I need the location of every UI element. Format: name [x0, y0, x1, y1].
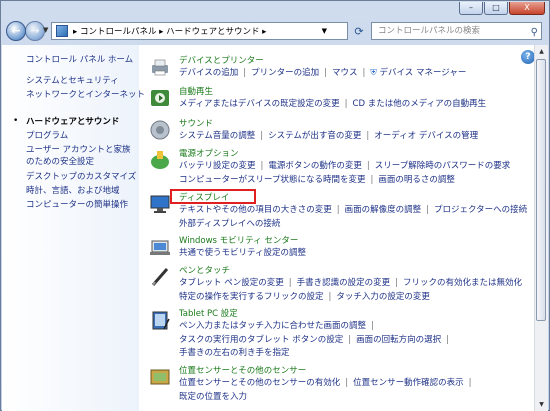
- link[interactable]: テキストやその他の項目の大きさの変更: [179, 205, 332, 215]
- highlight-box: [170, 189, 256, 204]
- control-panel-icon: [56, 25, 68, 37]
- minimize-button[interactable]: –: [459, 2, 483, 15]
- link[interactable]: バッテリ設定の変更: [179, 161, 256, 171]
- category-title[interactable]: デバイスとプリンター: [179, 56, 264, 67]
- mobility-center-icon: [150, 240, 170, 255]
- sidebar-item-hardware-sound: ハードウェアとサウンド: [26, 117, 120, 127]
- current-bullet-icon: •: [13, 116, 19, 126]
- link[interactable]: タブレット ペン設定の変更: [179, 278, 284, 288]
- window: – □ X ← → ▼ ▸ コントロールパネル ▸ ハードウェアとサウンド ▸ …: [0, 0, 550, 411]
- close-button[interactable]: X: [509, 2, 545, 15]
- address-path: ▸ コントロールパネル ▸ ハードウェアとサウンド ▸: [73, 27, 267, 37]
- link[interactable]: プリンターの追加: [251, 68, 319, 78]
- link[interactable]: CD または他のメディアの自動再生: [353, 99, 487, 109]
- category-links: タブレット ペン設定の変更 | 手書き認識の設定の変更 | フリックの有効化または無効化…: [179, 278, 522, 302]
- category-title[interactable]: Windows モビリティ センター: [179, 236, 298, 247]
- back-button[interactable]: ←: [6, 21, 26, 41]
- link[interactable]: マウス: [332, 68, 358, 78]
- link[interactable]: 共通で使うモビリティ設定の調整: [179, 248, 306, 258]
- link[interactable]: 電源ボタンの動作の変更: [268, 161, 362, 171]
- link[interactable]: 位置センサーとその他のセンサーの有効化: [179, 378, 340, 388]
- link[interactable]: デバイス マネージャー: [380, 68, 467, 78]
- tablet-icon: [152, 311, 170, 330]
- sidebar-item-home[interactable]: コントロール パネル ホーム: [26, 55, 133, 66]
- sensor-icon: [150, 369, 170, 385]
- category-links: 共通で使うモビリティ設定の調整: [179, 247, 539, 261]
- printer-icon: [152, 59, 168, 76]
- address-bar[interactable]: ▸ コントロールパネル ▸ ハードウェアとサウンド ▸ ▼: [51, 22, 348, 40]
- scroll-up-icon[interactable]: ▲: [535, 45, 548, 58]
- link[interactable]: 特定の操作を実行するフリックの設定: [179, 292, 324, 302]
- category-title[interactable]: 位置センサーとその他のセンサー: [179, 366, 306, 377]
- history-dropdown-icon[interactable]: ▼: [43, 26, 48, 34]
- speaker-icon: [150, 120, 170, 140]
- address-dropdown-icon[interactable]: ▼: [322, 27, 327, 35]
- sidebar-item-system-security[interactable]: システムとセキュリティ: [26, 76, 119, 87]
- back-arrow-icon: ←: [11, 24, 21, 37]
- scrollbar-thumb[interactable]: [536, 59, 546, 321]
- link[interactable]: デバイスの追加: [179, 68, 238, 78]
- sidebar-item-ease-of-access[interactable]: コンピューターの簡単操作: [26, 200, 128, 211]
- scroll-down-icon[interactable]: ▼: [535, 398, 548, 411]
- search-placeholder: コントロールパネルの検索: [378, 26, 481, 36]
- maximize-button[interactable]: □: [484, 2, 508, 15]
- link[interactable]: 画面の明るさの調整: [378, 175, 455, 185]
- link[interactable]: フリックの有効化または無効化: [403, 278, 522, 288]
- link[interactable]: システムが出す音の変更: [268, 131, 361, 141]
- category-title[interactable]: 自動再生: [179, 87, 213, 98]
- help-icon[interactable]: ?: [521, 50, 535, 64]
- refresh-icon[interactable]: ⟳: [351, 25, 367, 39]
- category-links: デバイスの追加 | プリンターの追加 | マウス | ⛨ デバイス マネージャー: [179, 68, 467, 78]
- vertical-scrollbar[interactable]: ▲ ▼: [534, 45, 548, 411]
- category-links: メディアまたはデバイスの既定設定の変更 | CD または他のメディアの自動再生: [179, 99, 487, 109]
- category-links: バッテリ設定の変更 | 電源ボタンの動作の変更 | スリープ解除時のパスワードの要求 コン…: [179, 161, 511, 185]
- category-title[interactable]: Tablet PC 設定: [179, 309, 238, 320]
- link[interactable]: システム音量の調整: [179, 131, 255, 141]
- link[interactable]: 外部ディスプレイへの接続: [179, 219, 280, 229]
- link[interactable]: 画面の解像度の調整: [345, 205, 422, 215]
- sidebar-item-appearance[interactable]: デスクトップのカスタマイズ: [26, 172, 136, 183]
- category-links: 位置センサーとその他のセンサーの有効化 | 位置センサー動作確認の表示 | 既定の位置を…: [179, 378, 472, 402]
- category-links: システム音量の調整 | システムが出す音の変更 | オーディオ デバイスの管理: [179, 131, 479, 141]
- sidebar-item-clock-language[interactable]: 時計、言語、および地域: [26, 186, 120, 197]
- link[interactable]: オーディオ デバイスの管理: [374, 131, 478, 141]
- forward-arrow-icon: →: [30, 24, 40, 37]
- sidebar-item-user-accounts-line2[interactable]: のための安全設定: [26, 157, 94, 168]
- main-panel: デバイスとプリンター デバイスの追加 | プリンターの追加 | マウス | ⛨ デバイス マ…: [139, 45, 535, 411]
- link[interactable]: ペン入力またはタッチ入力に合わせた画面の調整: [179, 321, 366, 331]
- content-area: コントロール パネル ホーム システムとセキュリティ ネットワークとインターネッ…: [2, 45, 548, 411]
- link[interactable]: タスクの実行用のタブレット ボタンの設定: [179, 335, 343, 345]
- search-icon[interactable]: ⚲: [531, 25, 538, 41]
- sidebar-item-programs[interactable]: プログラム: [26, 131, 68, 142]
- sidebar-item-user-accounts[interactable]: ユーザー アカウントと家族: [26, 145, 131, 156]
- power-options-icon: [151, 151, 169, 169]
- category-title[interactable]: 電源オプション: [179, 149, 239, 160]
- category-links: ペン入力またはタッチ入力に合わせた画面の調整 | タスクの実行用のタブレット ボタン…: [179, 321, 449, 358]
- sidebar-item-network[interactable]: ネットワークとインターネット: [26, 90, 145, 101]
- link[interactable]: コンピューターがスリープ状態になる時間を変更: [179, 175, 366, 185]
- sidebar: コントロール パネル ホーム システムとセキュリティ ネットワークとインターネッ…: [2, 45, 145, 411]
- navigation-bar: ← → ▼ ▸ コントロールパネル ▸ ハードウェアとサウンド ▸ ▼ ⟳ コン…: [1, 19, 549, 45]
- autoplay-icon: [151, 90, 169, 106]
- link[interactable]: スリープ解除時のパスワードの要求: [375, 161, 511, 171]
- link[interactable]: 既定の位置を入力: [179, 392, 247, 402]
- link[interactable]: 画面の回転方向の選択: [356, 335, 441, 345]
- link[interactable]: 位置センサー動作確認の表示: [353, 378, 464, 388]
- link[interactable]: タッチ入力の設定の変更: [336, 292, 430, 302]
- search-input[interactable]: コントロールパネルの検索 ⚲: [371, 22, 542, 40]
- category-title[interactable]: サウンド: [179, 119, 213, 130]
- link[interactable]: 手書きの左右の利き手を指定: [179, 348, 290, 358]
- link[interactable]: メディアまたはデバイスの既定設定の変更: [179, 99, 340, 109]
- category-links: テキストやその他の項目の大きさの変更 | 画面の解像度の調整 | プロジェクターへの接続…: [179, 205, 528, 229]
- category-title[interactable]: ペンとタッチ: [179, 266, 230, 277]
- caption-buttons: – □ X: [459, 2, 545, 15]
- link[interactable]: プロジェクターへの接続: [434, 205, 527, 215]
- display-icon: [150, 195, 170, 213]
- pen-icon: [151, 268, 169, 286]
- forward-button[interactable]: →: [25, 21, 45, 41]
- shield-icon: ⛨: [370, 68, 377, 78]
- link[interactable]: 手書き認識の設定の変更: [297, 278, 391, 288]
